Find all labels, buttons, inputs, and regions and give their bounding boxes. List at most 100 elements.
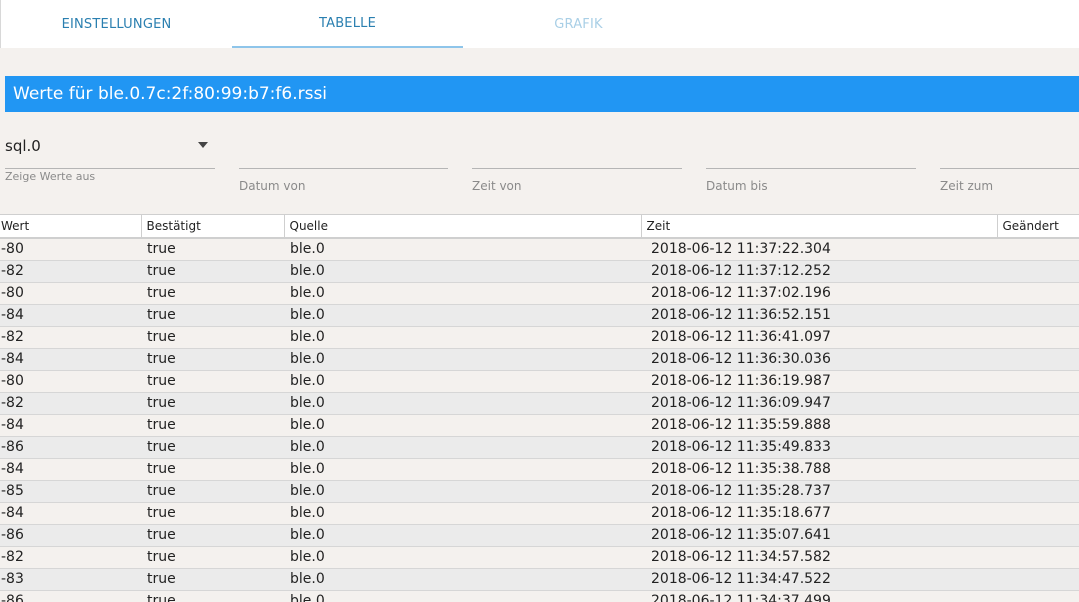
table-row[interactable]: -82 true ble.0 2018-06-12 11:37:12.252 bbox=[0, 260, 1079, 283]
cell-zeit-text: 2018-06-12 11:35:49.833 bbox=[651, 439, 831, 455]
cell-zeit: 2018-06-12 11:35:07.641 bbox=[641, 524, 997, 547]
cell-wert: -82 bbox=[0, 392, 141, 415]
cell-zeit-text: 2018-06-12 11:35:59.888 bbox=[651, 417, 831, 433]
table-row[interactable]: -84 true ble.0 2018-06-12 11:35:38.788 bbox=[0, 458, 1079, 481]
instance-select-label: Zeige Werte aus bbox=[5, 170, 96, 183]
cell-bestaetigt-text: true bbox=[147, 351, 176, 367]
cell-zeit-text: 2018-06-12 11:35:18.677 bbox=[651, 505, 831, 521]
time-from-input[interactable] bbox=[472, 130, 686, 170]
cell-wert: -82 bbox=[0, 326, 141, 349]
cell-quelle: ble.0 bbox=[284, 238, 641, 261]
cell-quelle: ble.0 bbox=[284, 392, 641, 415]
table-row[interactable]: -80 true ble.0 2018-06-12 11:36:19.987 bbox=[0, 370, 1079, 393]
cell-bestaetigt: true bbox=[141, 436, 284, 459]
cell-wert: -82 bbox=[0, 260, 141, 283]
cell-quelle-text: ble.0 bbox=[290, 461, 325, 477]
table-row[interactable]: -84 true ble.0 2018-06-12 11:35:59.888 bbox=[0, 414, 1079, 437]
cell-quelle: ble.0 bbox=[284, 480, 641, 503]
cell-bestaetigt-text: true bbox=[147, 549, 176, 565]
cell-quelle-text: ble.0 bbox=[290, 571, 325, 587]
date-from-input[interactable] bbox=[239, 130, 452, 170]
cell-zeit-text: 2018-06-12 11:36:09.947 bbox=[651, 395, 831, 411]
cell-wert-text: -84 bbox=[1, 505, 24, 521]
time-from-field[interactable] bbox=[472, 130, 686, 170]
table-header-row: Wert Bestätigt Quelle Zeit Geändert bbox=[0, 215, 1079, 239]
cell-quelle-text: ble.0 bbox=[290, 549, 325, 565]
column-header-wert[interactable]: Wert bbox=[0, 215, 142, 239]
date-from-field[interactable] bbox=[239, 130, 452, 170]
cell-zeit: 2018-06-12 11:37:02.196 bbox=[641, 282, 997, 305]
cell-bestaetigt: true bbox=[141, 238, 284, 261]
cell-quelle: ble.0 bbox=[284, 502, 641, 525]
cell-wert-text: -84 bbox=[1, 417, 24, 433]
instance-select-value: sql.0 bbox=[5, 137, 41, 155]
tab-grafik[interactable]: GRAFIK bbox=[463, 0, 694, 48]
cell-zeit: 2018-06-12 11:35:18.677 bbox=[641, 502, 997, 525]
cell-bestaetigt: true bbox=[141, 282, 284, 305]
cell-quelle: ble.0 bbox=[284, 260, 641, 283]
column-header-label: Wert bbox=[1, 219, 30, 233]
tab-tabelle[interactable]: TABELLE bbox=[232, 0, 463, 48]
time-to-input[interactable] bbox=[940, 130, 1079, 170]
column-header-quelle[interactable]: Quelle bbox=[284, 215, 642, 239]
column-header-zeit[interactable]: Zeit bbox=[641, 215, 998, 239]
cell-wert-text: -82 bbox=[1, 395, 24, 411]
cell-geaendert bbox=[997, 524, 1079, 547]
table-row[interactable]: -84 true ble.0 2018-06-12 11:35:18.677 bbox=[0, 502, 1079, 525]
date-to-field[interactable] bbox=[706, 130, 920, 170]
table-row[interactable]: -86 true ble.0 2018-06-12 11:35:07.641 bbox=[0, 524, 1079, 547]
time-to-field[interactable] bbox=[940, 130, 1079, 170]
table-row[interactable]: -82 true ble.0 2018-06-12 11:34:57.582 bbox=[0, 546, 1079, 569]
instance-select[interactable]: sql.0 bbox=[5, 130, 215, 169]
table-row[interactable]: -86 true ble.0 2018-06-12 11:35:49.833 bbox=[0, 436, 1079, 459]
cell-quelle: ble.0 bbox=[284, 348, 641, 371]
cell-geaendert bbox=[997, 458, 1079, 481]
cell-quelle-text: ble.0 bbox=[290, 329, 325, 345]
cell-geaendert bbox=[997, 568, 1079, 591]
cell-wert-text: -82 bbox=[1, 329, 24, 345]
cell-quelle: ble.0 bbox=[284, 414, 641, 437]
cell-bestaetigt-text: true bbox=[147, 439, 176, 455]
cell-wert-text: -84 bbox=[1, 351, 24, 367]
cell-zeit: 2018-06-12 11:35:59.888 bbox=[641, 414, 997, 437]
table-row[interactable]: -85 true ble.0 2018-06-12 11:35:28.737 bbox=[0, 480, 1079, 503]
cell-wert: -84 bbox=[0, 348, 141, 371]
cell-wert: -86 bbox=[0, 436, 141, 459]
cell-quelle-text: ble.0 bbox=[290, 241, 325, 258]
cell-wert: -84 bbox=[0, 414, 141, 437]
table-row[interactable]: -80 true ble.0 2018-06-12 11:37:22.304 bbox=[0, 238, 1079, 261]
tab-einstellungen[interactable]: EINSTELLUNGEN bbox=[1, 0, 232, 48]
cell-quelle-text: ble.0 bbox=[290, 417, 325, 433]
cell-wert: -82 bbox=[0, 546, 141, 569]
table-row[interactable]: -86 true ble.0 2018-06-12 11:34:37.499 bbox=[0, 590, 1079, 602]
cell-bestaetigt-text: true bbox=[147, 241, 176, 258]
table-row[interactable]: -84 true ble.0 2018-06-12 11:36:30.036 bbox=[0, 348, 1079, 371]
cell-quelle-text: ble.0 bbox=[290, 439, 325, 455]
cell-wert-text: -84 bbox=[1, 461, 24, 477]
cell-bestaetigt-text: true bbox=[147, 417, 176, 433]
column-header-geaendert[interactable]: Geändert bbox=[997, 215, 1079, 239]
cell-zeit: 2018-06-12 11:36:09.947 bbox=[641, 392, 997, 415]
cell-quelle-text: ble.0 bbox=[290, 373, 325, 389]
cell-quelle: ble.0 bbox=[284, 546, 641, 569]
table-row[interactable]: -82 true ble.0 2018-06-12 11:36:09.947 bbox=[0, 392, 1079, 415]
time-to-label: Zeit zum bbox=[940, 179, 994, 193]
cell-quelle-text: ble.0 bbox=[290, 483, 325, 499]
cell-zeit: 2018-06-12 11:36:30.036 bbox=[641, 348, 997, 371]
table-row[interactable]: -82 true ble.0 2018-06-12 11:36:41.097 bbox=[0, 326, 1079, 349]
date-to-label: Datum bis bbox=[706, 179, 768, 193]
date-to-input[interactable] bbox=[706, 130, 920, 170]
column-header-bestaetigt[interactable]: Bestätigt bbox=[141, 215, 285, 239]
cell-bestaetigt: true bbox=[141, 326, 284, 349]
table-row[interactable]: -84 true ble.0 2018-06-12 11:36:52.151 bbox=[0, 304, 1079, 327]
cell-quelle-text: ble.0 bbox=[290, 395, 325, 411]
cell-quelle-text: ble.0 bbox=[290, 527, 325, 543]
table-row[interactable]: -83 true ble.0 2018-06-12 11:34:47.522 bbox=[0, 568, 1079, 591]
table-row[interactable]: -80 true ble.0 2018-06-12 11:37:02.196 bbox=[0, 282, 1079, 305]
cell-bestaetigt-text: true bbox=[147, 571, 176, 587]
cell-wert-text: -82 bbox=[1, 263, 24, 279]
cell-geaendert bbox=[997, 304, 1079, 327]
cell-zeit-text: 2018-06-12 11:35:38.788 bbox=[651, 461, 831, 477]
cell-wert: -80 bbox=[0, 370, 141, 393]
values-table-container[interactable]: Wert Bestätigt Quelle Zeit Geändert -80 t… bbox=[0, 214, 1079, 602]
